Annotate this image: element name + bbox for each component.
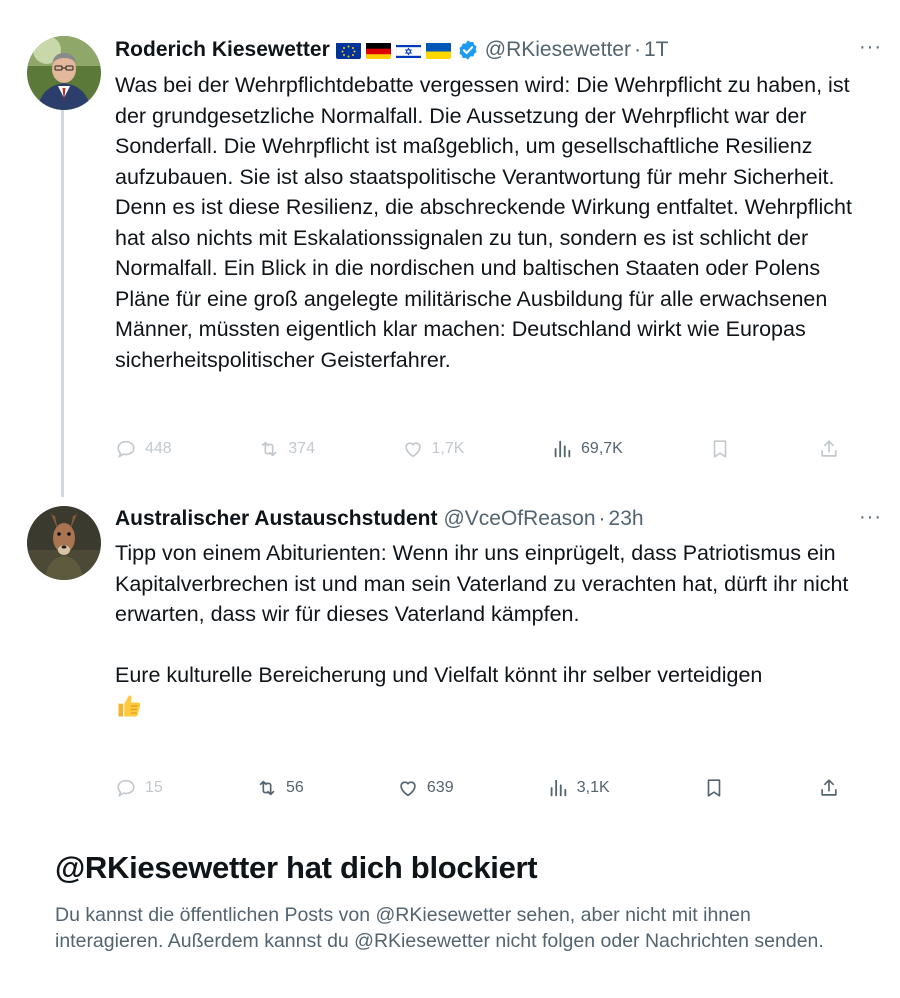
separator: · <box>633 38 641 61</box>
tweet-paragraph-text: Eure kulturelle Bereicherung und Vielfal… <box>115 662 763 687</box>
like-button[interactable]: 1,7K <box>402 438 465 460</box>
avatar[interactable] <box>27 36 101 110</box>
germany-flag-icon <box>365 42 391 59</box>
repost-icon <box>259 780 275 796</box>
timestamp[interactable]: 1T <box>644 38 669 62</box>
views-count: 69,7K <box>581 440 623 457</box>
timestamp[interactable]: 23h <box>609 507 644 531</box>
separator: · <box>598 507 606 530</box>
bookmark-button[interactable] <box>709 438 731 460</box>
heart-icon <box>400 781 416 797</box>
thumbs-up-emoji-icon <box>115 693 143 717</box>
verified-badge-icon <box>457 39 479 61</box>
share-button[interactable] <box>818 438 840 460</box>
tweet-paragraph: Eure kulturelle Bereicherung und Vielfal… <box>115 660 875 721</box>
like-button[interactable]: 639 <box>397 777 454 799</box>
repost-count: 374 <box>288 440 315 457</box>
bookmark-icon <box>714 440 727 458</box>
author-flags <box>335 42 451 59</box>
eu-flag-icon <box>335 42 361 59</box>
heart-icon <box>404 442 421 458</box>
tweet-text: Tipp von einem Abiturienten: Wenn ihr un… <box>115 538 875 721</box>
views-icon <box>554 440 571 458</box>
reply-count: 448 <box>145 440 172 457</box>
like-count: 1,7K <box>431 440 465 457</box>
repost-icon <box>262 441 277 457</box>
share-button[interactable] <box>818 777 840 799</box>
repost-count: 56 <box>285 779 304 796</box>
author-handle[interactable]: @VceOfReason <box>443 507 595 531</box>
views-button[interactable]: 69,7K <box>551 438 623 460</box>
reply-button[interactable]: 448 <box>115 438 172 460</box>
action-bar: 15 56 639 3,1K <box>115 773 840 803</box>
israel-flag-icon <box>395 42 421 59</box>
blocked-notice: @RKiesewetter hat dich blockiert Du kann… <box>55 850 860 954</box>
tweet-header: Roderich Kiesewetter @RKiesewetter · 1T <box>115 33 860 67</box>
bookmark-icon <box>707 779 721 797</box>
reply-icon <box>117 440 135 459</box>
bookmark-button[interactable] <box>703 777 725 799</box>
views-count: 3,1K <box>576 779 610 796</box>
blocked-message: Du kannst die öffentlichen Posts von @RK… <box>55 904 824 952</box>
avatar[interactable] <box>27 506 101 580</box>
author-name[interactable]: Australischer Austauschstudent <box>115 507 437 531</box>
tweet-paragraph: Tipp von einem Abiturienten: Wenn ihr un… <box>115 541 849 626</box>
views-icon <box>550 779 567 797</box>
action-bar: 448 374 1,7K 69,7K <box>115 434 840 464</box>
views-button[interactable]: 3,1K <box>547 777 610 799</box>
author-name[interactable]: Roderich Kiesewetter <box>115 38 330 62</box>
reply-count: 15 <box>145 779 163 796</box>
more-options-icon[interactable]: ··· <box>859 36 882 59</box>
reply-button[interactable]: 15 <box>115 777 163 799</box>
repost-button[interactable]: 374 <box>258 438 315 460</box>
share-icon <box>821 440 837 457</box>
blocked-title: @RKiesewetter hat dich blockiert <box>55 850 538 885</box>
author-handle[interactable]: @RKiesewetter <box>485 38 631 62</box>
reply-icon <box>117 779 135 798</box>
tweet-original[interactable]: Roderich Kiesewetter @RKiesewetter · 1T … <box>0 30 900 490</box>
tweet-reply[interactable]: Australischer Austauschstudent @VceOfRea… <box>0 500 900 820</box>
repost-button[interactable]: 56 <box>256 777 304 799</box>
more-options-icon[interactable]: ··· <box>859 506 882 529</box>
ukraine-flag-icon <box>425 42 451 59</box>
tweet-text: Was bei der Wehrpflichtdebatte vergessen… <box>115 73 852 372</box>
tweet-header: Australischer Austauschstudent @VceOfRea… <box>115 502 860 536</box>
like-count: 639 <box>426 779 454 796</box>
share-icon <box>821 779 837 796</box>
